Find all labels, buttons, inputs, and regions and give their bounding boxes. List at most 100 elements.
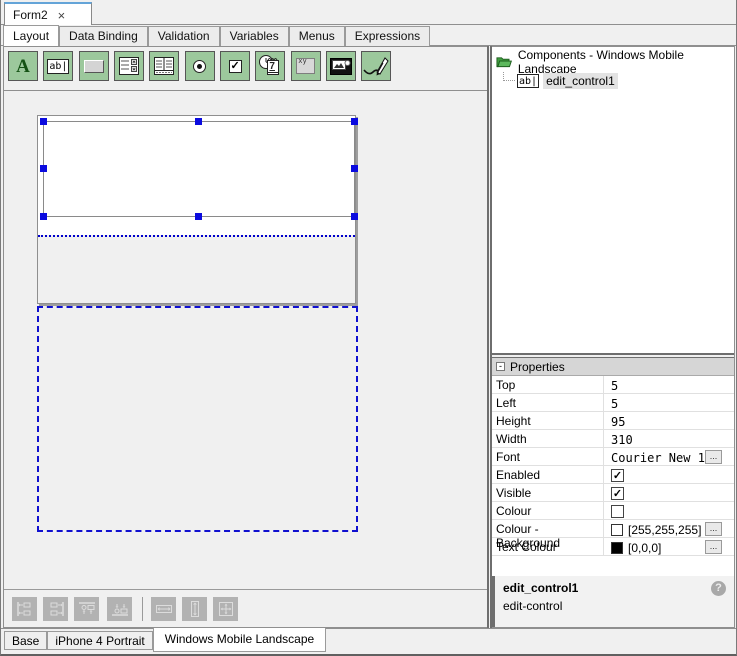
components-root-node[interactable]: Components - Windows Mobile Landscape xyxy=(496,53,730,70)
image-icon xyxy=(330,58,352,75)
tab-form2[interactable]: Form2 × xyxy=(4,2,92,26)
same-size-button[interactable] xyxy=(213,597,238,621)
align-right-button[interactable] xyxy=(43,597,68,621)
combobox-icon xyxy=(119,57,139,75)
add-image-button[interactable] xyxy=(326,51,356,81)
designer-left-panel: A ab| xyxy=(3,46,487,628)
align-bottom-button[interactable] xyxy=(107,597,132,621)
signature-icon xyxy=(363,54,389,78)
designer-tabbar: Layout Data Binding Validation Variables… xyxy=(1,25,736,46)
listview-icon xyxy=(154,57,174,75)
add-radiobutton-button[interactable] xyxy=(185,51,215,81)
add-checkbox-button[interactable]: ✓ xyxy=(220,51,250,81)
form-extent-outline xyxy=(37,306,358,532)
toolbar-separator xyxy=(142,597,143,621)
font-picker-button[interactable]: ... xyxy=(705,450,722,464)
text-colour-swatch xyxy=(611,542,623,554)
resize-handle-top-center[interactable] xyxy=(195,118,202,125)
add-signature-button[interactable] xyxy=(361,51,391,81)
resize-handle-top-left[interactable] xyxy=(40,118,47,125)
design-canvas[interactable] xyxy=(4,91,487,589)
add-label-button[interactable]: A xyxy=(8,51,38,81)
form-guide-line xyxy=(38,235,355,303)
components-root-label: Components - Windows Mobile Landscape xyxy=(518,48,730,76)
tree-item-label: edit_control1 xyxy=(543,73,618,89)
same-width-icon xyxy=(155,602,173,616)
tab-windows-mobile-landscape[interactable]: Windows Mobile Landscape xyxy=(153,628,326,652)
component-palette-toolbar: A ab| xyxy=(4,47,487,91)
text-colour-value[interactable]: [0,0,0] xyxy=(628,541,661,555)
align-top-button[interactable] xyxy=(74,597,99,621)
tab-validation[interactable]: Validation xyxy=(148,26,220,46)
collapse-icon[interactable]: - xyxy=(496,362,505,371)
same-size-icon xyxy=(217,600,235,618)
resize-handle-top-right[interactable] xyxy=(351,118,358,125)
property-row-enabled: Enabled ✓ xyxy=(492,466,734,484)
align-left-icon xyxy=(16,601,34,617)
background-colour-value[interactable]: [255,255,255] xyxy=(628,523,701,537)
add-listview-button[interactable] xyxy=(149,51,179,81)
help-icon[interactable]: ? xyxy=(711,581,726,596)
resize-handle-bottom-right[interactable] xyxy=(351,213,358,220)
align-right-icon xyxy=(47,601,65,617)
resize-handle-bottom-left[interactable] xyxy=(40,213,47,220)
enabled-checkbox[interactable]: ✓ xyxy=(611,469,624,482)
add-textbox-button[interactable]: xy xyxy=(291,51,321,81)
text-colour-picker-button[interactable]: ... xyxy=(705,540,722,554)
components-tree[interactable]: Components - Windows Mobile Landscape ab… xyxy=(492,47,734,353)
resize-handle-mid-left[interactable] xyxy=(40,165,47,172)
property-row-colour: Colour xyxy=(492,502,734,520)
property-value-width[interactable]: 310 xyxy=(604,430,734,447)
selected-control-type: edit-control xyxy=(503,599,726,613)
tab-iphone-4-portrait[interactable]: iPhone 4 Portrait xyxy=(47,631,152,650)
tab-expressions[interactable]: Expressions xyxy=(345,26,430,46)
background-colour-picker-button[interactable]: ... xyxy=(705,522,722,536)
properties-grid: Top 5 Left 5 Height 95 Width 310 Font Co… xyxy=(492,376,734,556)
property-row-left: Left 5 xyxy=(492,394,734,412)
add-combobox-button[interactable] xyxy=(114,51,144,81)
form-surface[interactable] xyxy=(37,115,356,304)
properties-title: Properties xyxy=(510,360,565,374)
align-bottom-icon xyxy=(111,601,129,617)
align-left-button[interactable] xyxy=(12,597,37,621)
property-row-visible: Visible ✓ xyxy=(492,484,734,502)
colour-checkbox[interactable] xyxy=(611,505,624,518)
resize-handle-mid-right[interactable] xyxy=(351,165,358,172)
tab-menus[interactable]: Menus xyxy=(289,26,345,46)
property-row-colour-background: Colour - Background [255,255,255] ... xyxy=(492,520,734,538)
edit-icon: ab| xyxy=(47,59,69,74)
radiobutton-icon xyxy=(193,60,206,73)
layout-tabbar: Base iPhone 4 Portrait Windows Mobile La… xyxy=(1,628,736,654)
align-top-icon xyxy=(78,601,96,617)
add-datetime-button[interactable]: 7 xyxy=(255,51,285,81)
same-width-button[interactable] xyxy=(151,597,176,621)
visible-checkbox[interactable]: ✓ xyxy=(611,487,624,500)
edit-icon: ab| xyxy=(517,74,539,88)
button-icon xyxy=(84,60,104,73)
alignment-toolbar xyxy=(4,589,487,627)
property-value-top[interactable]: 5 xyxy=(604,376,734,393)
add-button-button[interactable] xyxy=(79,51,109,81)
tab-data-binding[interactable]: Data Binding xyxy=(59,26,148,46)
checkbox-icon: ✓ xyxy=(229,60,242,73)
selected-control-name: edit_control1 xyxy=(503,581,726,595)
tab-base[interactable]: Base xyxy=(4,631,47,650)
label-icon: A xyxy=(16,57,30,76)
property-value-left[interactable]: 5 xyxy=(604,394,734,411)
tab-form2-label: Form2 xyxy=(13,8,48,22)
folder-icon xyxy=(496,55,512,68)
resize-handle-bottom-center[interactable] xyxy=(195,213,202,220)
same-height-button[interactable] xyxy=(182,597,207,621)
close-icon[interactable]: × xyxy=(58,9,66,22)
add-edit-button[interactable]: ab| xyxy=(43,51,73,81)
property-row-text-colour: Text Colour [0,0,0] ... xyxy=(492,538,734,556)
property-row-top: Top 5 xyxy=(492,376,734,394)
textbox-icon: xy xyxy=(296,58,315,74)
edit-control1-on-canvas[interactable] xyxy=(43,121,355,217)
property-value-height[interactable]: 95 xyxy=(604,412,734,429)
property-row-width: Width 310 xyxy=(492,430,734,448)
tab-variables[interactable]: Variables xyxy=(220,26,289,46)
tab-layout[interactable]: Layout xyxy=(3,25,59,46)
datetime-icon: 7 xyxy=(258,54,282,78)
designer-right-panel: Components - Windows Mobile Landscape ab… xyxy=(492,46,735,628)
